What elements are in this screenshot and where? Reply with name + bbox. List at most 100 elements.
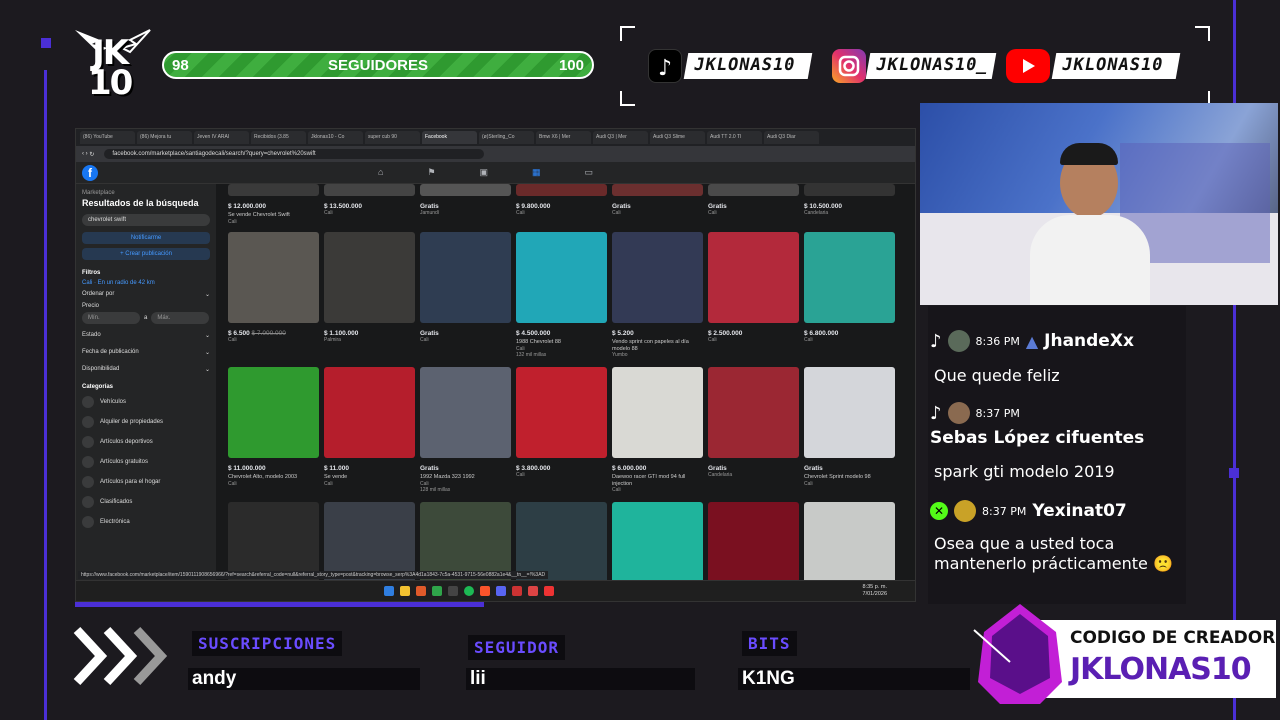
browser-tab[interactable]: Bmw X6 | Mer bbox=[536, 131, 591, 144]
browser-tab[interactable]: Audi Q3 Slime bbox=[650, 131, 705, 144]
home-icon[interactable]: ⌂ bbox=[378, 167, 383, 178]
listing-card[interactable]: $ 9.800.000 Cali bbox=[516, 184, 607, 216]
listing-card[interactable]: Gratis 1992 Mazda 323 1992 Cali 128 mil mil… bbox=[420, 367, 511, 493]
listing-card[interactable]: $ 11.000 Se vende Cali bbox=[324, 367, 415, 487]
category-label: Artículos deportivos bbox=[100, 439, 153, 445]
browser-tab[interactable]: (86) YouTube bbox=[80, 131, 135, 144]
listing-card[interactable]: $ 6.500 $ 7.000.000 Cali bbox=[228, 232, 319, 343]
listing-card[interactable]: $ 11.000.000 Chevrolet Alto, modelo 2003 C… bbox=[228, 367, 319, 487]
listing-card[interactable]: $ 1.100.000 Palmira bbox=[324, 232, 415, 343]
forward-icon[interactable]: › bbox=[86, 151, 88, 157]
app-icon[interactable] bbox=[512, 586, 522, 596]
message-time: 8:37 PM bbox=[982, 504, 1027, 518]
notify-button[interactable]: Notificarme bbox=[82, 232, 210, 244]
phone-icon bbox=[82, 516, 94, 528]
back-icon[interactable]: ‹ bbox=[82, 151, 84, 157]
reload-icon[interactable]: ↻ bbox=[89, 151, 94, 158]
browser-tab[interactable]: Recibidos (3.85 bbox=[251, 131, 306, 144]
progress-min: 98 bbox=[172, 57, 189, 74]
gaming-icon[interactable]: ▭ bbox=[585, 167, 594, 178]
listing-price: $ 9.800.000 bbox=[516, 203, 551, 210]
folder-icon[interactable] bbox=[400, 586, 410, 596]
listing-card[interactable] bbox=[612, 502, 703, 582]
state-dropdown[interactable]: Estado ⌄ bbox=[82, 327, 210, 344]
category-label: Electrónica bbox=[100, 519, 130, 525]
listing-card[interactable]: Gratis Candelaria bbox=[708, 367, 799, 478]
listing-photo bbox=[228, 232, 319, 323]
listing-card[interactable]: Gratis Cali bbox=[612, 184, 703, 216]
flag-icon[interactable]: ⚑ bbox=[427, 167, 435, 178]
app-icon[interactable] bbox=[544, 586, 554, 596]
url-input[interactable]: facebook.com/marketplace/santiagodecali/… bbox=[104, 149, 485, 159]
browser-tab[interactable]: Jeven IV ARAI bbox=[194, 131, 249, 144]
listing-photo bbox=[228, 367, 319, 458]
app-icon[interactable] bbox=[448, 586, 458, 596]
browser-tab[interactable]: Audi Q3 Diar bbox=[764, 131, 819, 144]
start-icon[interactable] bbox=[384, 586, 394, 596]
browser-tab[interactable]: (86) Mejora tu bbox=[137, 131, 192, 144]
search-input[interactable]: chevrolet swift bbox=[82, 214, 210, 226]
marketplace-icon[interactable]: ▦ bbox=[532, 167, 541, 178]
price-current: $ 6.500 bbox=[228, 330, 250, 337]
listing-location: Candelaria bbox=[708, 472, 733, 478]
price-max-input[interactable]: Máx. bbox=[151, 312, 210, 324]
listing-card[interactable]: Gratis Cali bbox=[708, 184, 799, 216]
listing-photo bbox=[612, 232, 703, 323]
browser-tab[interactable]: super cub 90 bbox=[365, 131, 420, 144]
category-item[interactable]: Clasificados bbox=[82, 492, 210, 512]
listing-photo bbox=[516, 232, 607, 323]
calendar-icon[interactable]: ▣ bbox=[480, 167, 489, 178]
listing-card[interactable]: Gratis Cali bbox=[420, 232, 511, 343]
category-item[interactable]: Artículos para el hogar bbox=[82, 472, 210, 492]
listing-card[interactable]: $ 12.000.000 Se vende Chevrolet Swift Cali bbox=[228, 184, 319, 225]
webcam-feed bbox=[920, 103, 1278, 305]
app-icon[interactable] bbox=[528, 586, 538, 596]
category-item[interactable]: Electrónica bbox=[82, 512, 210, 532]
app-icon[interactable] bbox=[416, 586, 426, 596]
category-item[interactable]: Artículos deportivos bbox=[82, 432, 210, 452]
streamer-shirt bbox=[1030, 215, 1150, 305]
category-item[interactable]: Artículos gratuitos bbox=[82, 452, 210, 472]
xbox-icon[interactable] bbox=[432, 586, 442, 596]
listing-card[interactable] bbox=[804, 502, 895, 582]
facebook-icon[interactable]: f bbox=[82, 164, 98, 181]
pubdate-dropdown[interactable]: Fecha de publicación ⌄ bbox=[82, 344, 210, 361]
category-item[interactable]: Vehículos bbox=[82, 392, 210, 412]
sort-dropdown[interactable]: Ordenar por ⌄ bbox=[82, 286, 210, 303]
listing-card[interactable]: Gratis Chevrolet Sprint modelo 98 Cali bbox=[804, 367, 895, 487]
listing-card[interactable] bbox=[516, 502, 607, 582]
browser-tab[interactable]: Jklonas10 - Co bbox=[308, 131, 363, 144]
browser-tab[interactable]: Audi Q3 | Mer bbox=[593, 131, 648, 144]
listing-card[interactable]: Gratis Jamundí bbox=[420, 184, 511, 216]
browser-tab-active[interactable]: Facebook bbox=[422, 131, 477, 144]
category-item[interactable]: Alquiler de propiedades bbox=[82, 412, 210, 432]
diamond-icon: ▲ bbox=[1025, 331, 1039, 351]
availability-dropdown[interactable]: Disponibilidad ⌄ bbox=[82, 361, 210, 378]
listing-card[interactable]: $ 13.500.000 Cali bbox=[324, 184, 415, 216]
brave-icon[interactable] bbox=[480, 586, 490, 596]
listing-card[interactable]: $ 4.500.000 1988 Chevrolet 88 Cali 132 mil … bbox=[516, 232, 607, 358]
category-label: Vehículos bbox=[100, 399, 127, 405]
listing-card[interactable] bbox=[708, 502, 799, 582]
spotify-icon[interactable] bbox=[464, 586, 474, 596]
listing-card[interactable]: $ 6.800.000 Cali bbox=[804, 232, 895, 343]
message-text: spark gti modelo 2019 bbox=[934, 462, 1115, 481]
browser-tab[interactable]: Audi TT 2.0 TI bbox=[707, 131, 762, 144]
discord-icon[interactable] bbox=[496, 586, 506, 596]
listing-card[interactable] bbox=[228, 502, 319, 582]
listing-card[interactable]: $ 5.200 Vendo sprint con papeles al día m… bbox=[612, 232, 703, 358]
tiktok-icon: ♪ bbox=[648, 49, 682, 83]
listing-card[interactable] bbox=[420, 502, 511, 582]
listing-card[interactable] bbox=[324, 502, 415, 582]
message-time: 8:37 PM bbox=[975, 406, 1020, 420]
listing-card[interactable]: $ 3.800.000 Cali bbox=[516, 367, 607, 478]
create-listing-button[interactable]: + Crear publicación bbox=[82, 248, 210, 260]
price-min-input[interactable]: Mín. bbox=[82, 312, 140, 324]
listing-photo bbox=[516, 367, 607, 458]
listing-card[interactable]: $ 6.000.000 Daewoo racer GTI mod 94 full … bbox=[612, 367, 703, 493]
listing-photo bbox=[420, 184, 511, 196]
listing-card[interactable]: $ 10.500.000 Candelaria bbox=[804, 184, 895, 216]
listing-location: Cali bbox=[804, 337, 813, 343]
browser-tab[interactable]: (ø)Sterling_Co bbox=[479, 131, 534, 144]
listing-card[interactable]: $ 2.500.000 Cali bbox=[708, 232, 799, 343]
